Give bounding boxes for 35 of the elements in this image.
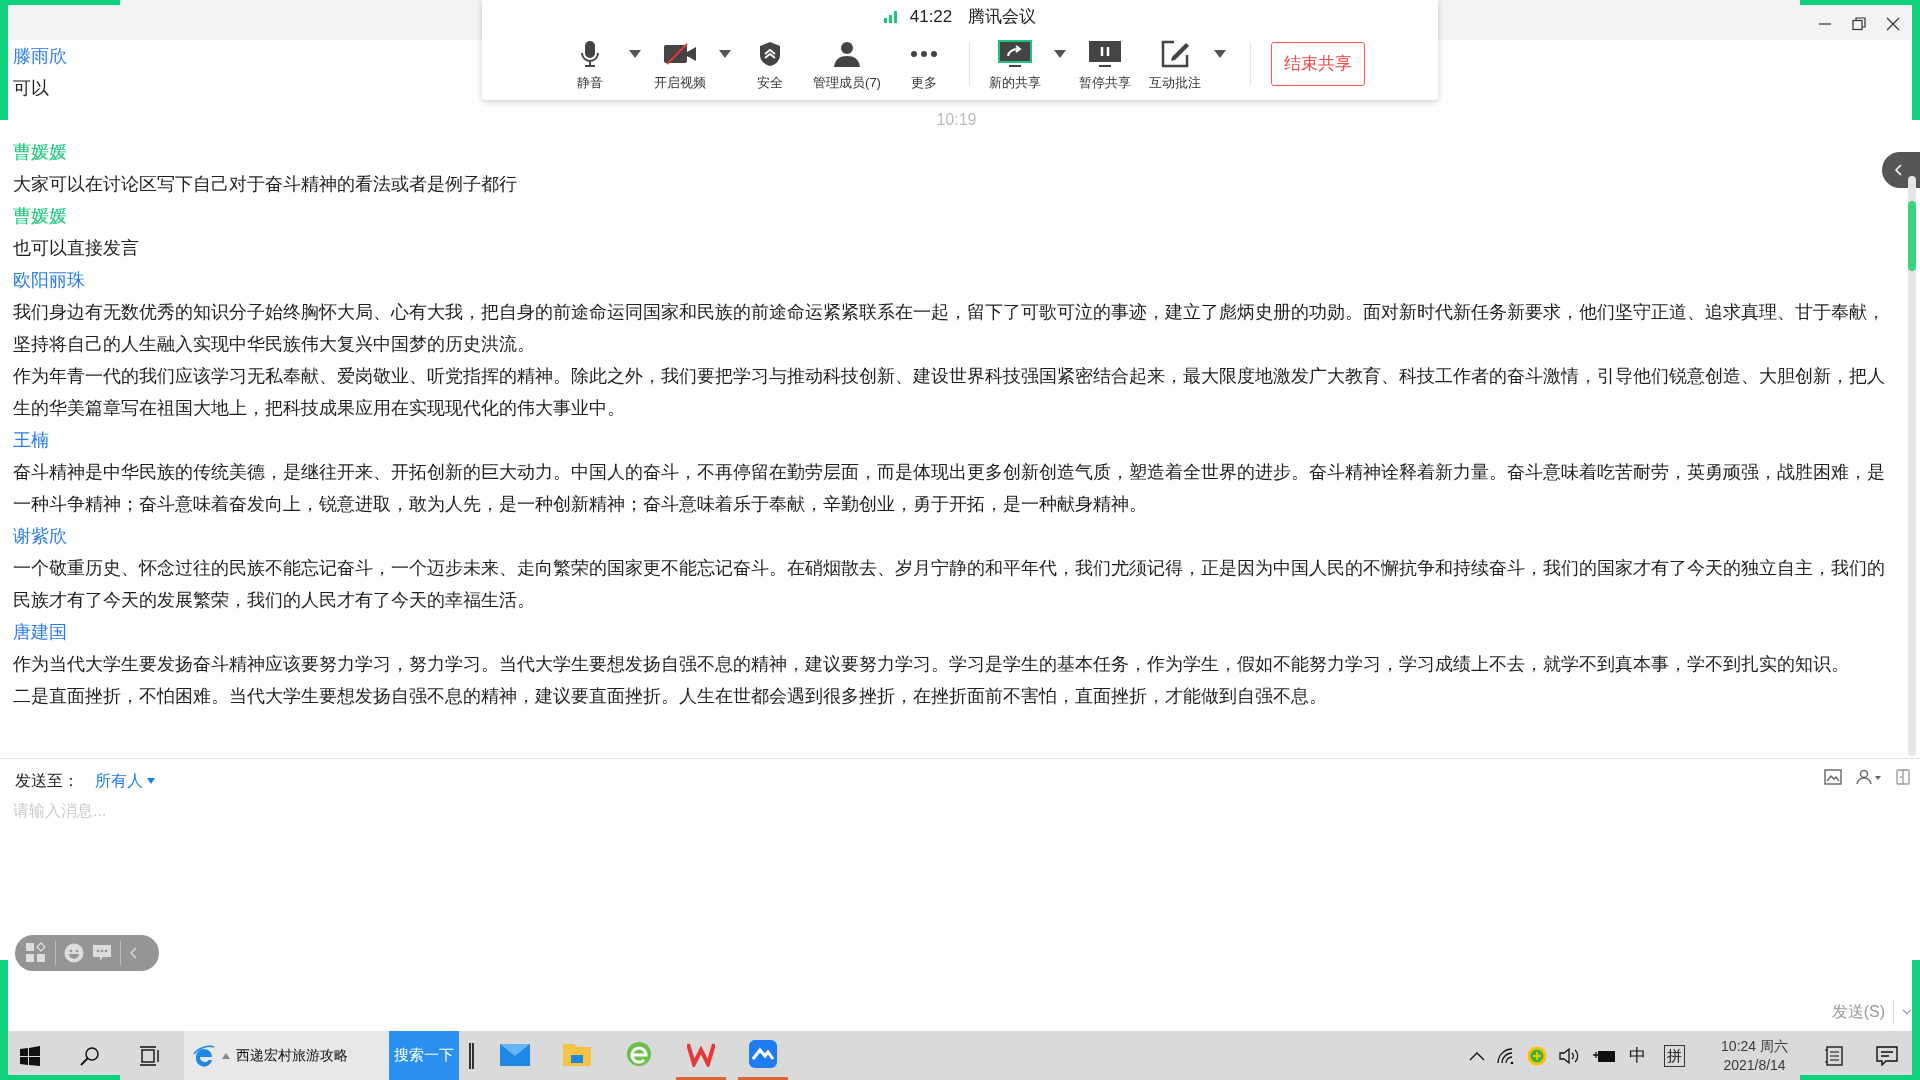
- sender-name: 王楠: [13, 429, 49, 452]
- send-to-label: 发送至：: [15, 771, 79, 791]
- toolbar-button[interactable]: 新的共享: [979, 34, 1050, 92]
- message-text: 奋斗精神是中华民族的传统美德，是继往开来、开拓创新的巨大动力。中国人的奋斗，不再停留在勤劳层面，而是体现出更多创新创造气质，塑造着全世界的进步。奋斗精神诠释着新力量。奋斗意味着吃苦耐劳，英勇顽强，战胜困难，是一种斗争精神；奋斗意味着奋发向上，锐意进取，敢为人先，是一种创新精神；奋斗意味着乐于奉献，辛勤创业，勇于开拓，是一种献身精神。: [13, 461, 1886, 516]
- toolbar-button[interactable]: 开启视频: [645, 34, 716, 92]
- browser-search-field[interactable]: 西递宏村旅游攻略: [184, 1031, 389, 1080]
- recipient-dropdown[interactable]: 所有人: [95, 769, 155, 793]
- input-method-button[interactable]: 拼: [1664, 1044, 1686, 1067]
- clock-date[interactable]: 2021/8/14: [1723, 1055, 1786, 1075]
- toolbar-button[interactable]: 更多: [888, 34, 959, 92]
- message-text: 可以: [13, 77, 49, 100]
- message-time: 10:19: [935, 110, 978, 130]
- message-text: 大家可以在讨论区写下自己对于奋斗精神的看法或者是例子都行: [13, 173, 517, 196]
- end-share-button[interactable]: 结束共享: [1270, 42, 1365, 86]
- message-text: 作为年青一代的我们应该学习无私奉献、爱岗敬业、听党指挥的精神。除此之外，我们要把学习与推动科技创新、建设世界科技强国紧密结合起来，最大限度地激发广大教育、科技工作者的奋斗激情，引导他们锐意创造、大胆创新，把人生的华美篇章写在祖国大地上，把科技成果应用在实现现代化的伟大事业中。: [13, 365, 1886, 420]
- sender-name: 谢紫欣: [13, 525, 67, 548]
- message-text: 一个敬重历史、怀念过往的民族不能忘记奋斗，一个迈步未来、走向繁荣的国家更不能忘记奋斗。在硝烟散去、岁月宁静的和平年代，我们尤须记得，正是因为中国人民的不懈抗争和持续奋斗，我们的国家才有了今天的独立自主，我们的民族才有了今天的发展繁荣，我们的人民才有了今天的幸福生活。: [13, 557, 1886, 612]
- sender-name: 欧阳丽珠: [13, 269, 85, 292]
- meeting-duration: 41:22: [909, 6, 953, 29]
- message-text: 也可以直接发言: [13, 237, 139, 260]
- toolbar-button[interactable]: 安全: [735, 34, 806, 92]
- sender-name: 曹媛媛: [13, 141, 67, 164]
- sender-name: 滕雨欣: [13, 45, 67, 68]
- clock-time[interactable]: 10:24 周六: [1721, 1036, 1788, 1056]
- message-text: 我们身边有无数优秀的知识分子始终胸怀大局、心有大我，把自身的前途命运同国家和民族的前途命运紧紧联系在一起，留下了可歌可泣的事迹，建立了彪炳史册的功勋。面对新时代新任务新要求，他们坚守正道、追求真理、甘于奉献，坚持将自己的人生融入实现中华民族伟大复兴中国梦的历史洪流。: [13, 301, 1886, 356]
- sender-name: 唐建国: [13, 621, 67, 644]
- toolbar-button[interactable]: 管理成员(7): [805, 34, 889, 92]
- toolbar-button[interactable]: 暂停共享: [1069, 34, 1140, 92]
- toolbar-button[interactable]: 互动批注: [1139, 34, 1210, 92]
- input-mode-button[interactable]: 中: [1629, 1042, 1647, 1069]
- toolbar-button[interactable]: 静音: [555, 34, 626, 92]
- app-title: 腾讯会议: [968, 6, 1037, 29]
- message-text: 二是直面挫折，不怕困难。当代大学生要想发扬自强不息的精神，建议要直面挫折。人生在世都会遇到很多挫折，在挫折面前不害怕，直面挫折，才能做到自强不息。: [13, 685, 1327, 708]
- sender-name: 曹媛媛: [13, 205, 67, 228]
- message-text: 作为当代大学生要发扬奋斗精神应该要努力学习，努力学习。当代大学生要想发扬自强不息的精神，建议要努力学习。学习是学生的基本任务，作为学生，假如不能努力学习，学习成绩上不去，就学不到真本事，学不到扎实的知识。: [13, 653, 1849, 676]
